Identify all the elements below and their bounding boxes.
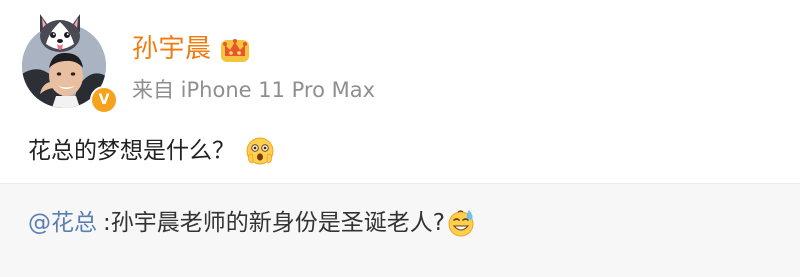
author-row: 孙宇晨 xyxy=(132,32,250,66)
post-text: 花总的梦想是什么？ xyxy=(28,137,235,164)
author-name[interactable]: 孙宇晨 xyxy=(132,36,212,62)
comment-mention-link[interactable]: @花总 xyxy=(28,211,97,235)
weibo-post: V 孙宇晨 来自 iPhone 11 Pro Max 花总的梦想是什么？ xyxy=(0,0,800,183)
post-content: 花总的梦想是什么？ xyxy=(28,134,275,168)
repost-comment-box[interactable]: @花总 :孙宇晨老师的新身份是圣诞老人? xyxy=(0,183,800,277)
comment-text: :孙宇晨老师的新身份是圣诞老人? xyxy=(103,209,445,236)
author-avatar-group[interactable]: V xyxy=(22,10,118,114)
crown-icon[interactable] xyxy=(220,34,250,64)
sweat-smile-emoji-icon xyxy=(448,210,474,237)
wow-face-emoji-icon xyxy=(246,137,274,165)
verified-badge: V xyxy=(90,86,118,114)
repost-comment: @花总 :孙宇晨老师的新身份是圣诞老人? xyxy=(28,206,477,240)
post-source: 来自 iPhone 11 Pro Max xyxy=(132,78,376,102)
husky-hat-icon xyxy=(40,14,80,52)
verified-mark: V xyxy=(98,92,110,108)
